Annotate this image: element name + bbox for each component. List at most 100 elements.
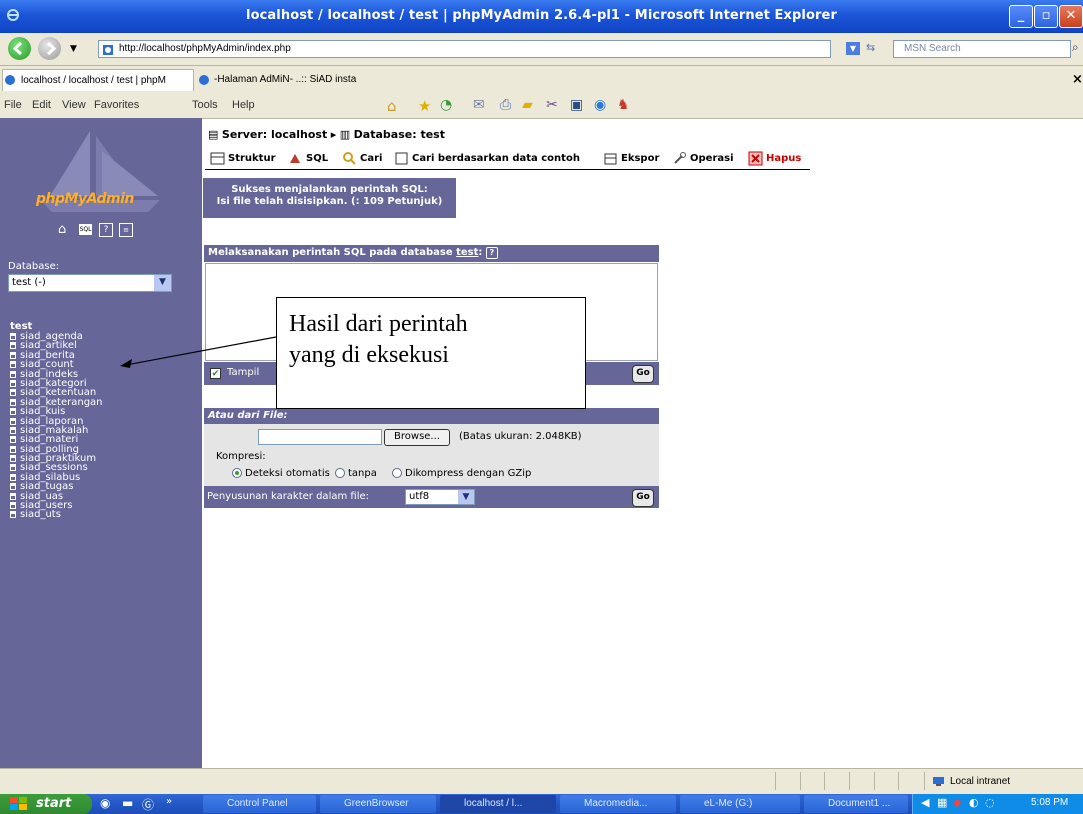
mail-icon[interactable]: ✉ <box>473 97 485 113</box>
back-button[interactable] <box>8 37 31 60</box>
address-input[interactable]: http://localhost/phpMyAdmin/index.php <box>98 40 831 58</box>
table-icon[interactable] <box>10 361 16 369</box>
radio-deteksi-otomatis[interactable]: Deteksi otomatis <box>232 468 330 479</box>
greenbrowser-quicklaunch-icon[interactable]: Ⓖ <box>142 796 154 813</box>
help-icon[interactable]: ? <box>99 223 113 237</box>
task-localhost[interactable]: localhost / l... <box>440 795 556 813</box>
history-dropdown-icon[interactable]: ▼ <box>70 44 77 54</box>
breadcrumb-database[interactable]: Database: test <box>354 128 445 141</box>
browse-button[interactable]: Browse... <box>384 429 450 446</box>
network-icon[interactable]: ▦ <box>937 796 947 809</box>
radio-icon[interactable] <box>335 468 345 478</box>
table-icon[interactable] <box>10 502 16 510</box>
menu-favorites[interactable]: Favorites <box>94 99 139 111</box>
volume-icon[interactable]: ◀ <box>921 796 929 809</box>
tab-phpmyadmin[interactable]: localhost / localhost / test | phpM <box>2 69 194 91</box>
radio-tanpa[interactable]: tanpa <box>335 468 377 479</box>
table-icon[interactable] <box>10 379 16 387</box>
sql-query-icon[interactable]: SQL <box>79 224 92 235</box>
menu-view[interactable]: View <box>62 99 86 111</box>
table-icon[interactable] <box>10 370 16 378</box>
favorites-star-icon[interactable]: ★ <box>418 97 431 115</box>
task-elme-drive[interactable]: eL-Me (G:) <box>680 795 800 813</box>
task-document1[interactable]: Document1 ... <box>804 795 908 813</box>
close-tab-icon[interactable]: × <box>1072 72 1083 87</box>
tab-cari-berdasarkan-data-contoh[interactable]: Cari berdasarkan data contoh <box>392 149 580 169</box>
task-control-panel[interactable]: Control Panel <box>203 795 316 813</box>
menu-help[interactable]: Help <box>232 99 255 111</box>
antivirus-icon[interactable]: ◆ <box>953 796 961 809</box>
tab-cari[interactable]: Cari <box>340 149 382 169</box>
table-icon[interactable] <box>10 408 16 416</box>
table-icon[interactable] <box>10 436 16 444</box>
close-button[interactable]: ✕ <box>1059 5 1083 28</box>
table-icon[interactable] <box>10 473 16 481</box>
charset-select[interactable]: utf8 ▼ <box>405 489 475 505</box>
research-icon[interactable]: ◉ <box>594 97 606 113</box>
task-greenbrowser[interactable]: GreenBrowser <box>320 795 436 813</box>
folder-icon[interactable]: ▰ <box>522 97 533 113</box>
tab-hapus[interactable]: Hapus <box>746 149 801 169</box>
clock[interactable]: 5:08 PM <box>1031 797 1068 808</box>
menu-tools[interactable]: Tools <box>192 99 218 111</box>
table-icon[interactable] <box>10 464 16 472</box>
task-macromedia[interactable]: Macromedia... <box>560 795 676 813</box>
chevron-down-icon[interactable]: ▼ <box>458 490 474 504</box>
search-input[interactable]: MSN Search <box>893 40 1071 58</box>
database-select[interactable]: test (-) ▼ <box>8 274 172 292</box>
table-icon[interactable] <box>10 342 16 350</box>
table-icon[interactable] <box>10 426 16 434</box>
table-item[interactable]: siad_uts <box>10 509 103 520</box>
messenger-icon[interactable]: ♞ <box>617 97 630 113</box>
chevron-down-icon[interactable]: ▼ <box>154 275 171 291</box>
radio-selected-icon[interactable] <box>232 468 242 478</box>
table-icon[interactable] <box>10 398 16 406</box>
menu-edit[interactable]: Edit <box>32 99 51 111</box>
address-toolbar: ▼ http://localhost/phpMyAdmin/index.php … <box>0 33 1083 66</box>
forward-button[interactable] <box>38 37 61 60</box>
table-icon[interactable] <box>10 417 16 425</box>
go-button[interactable]: Go <box>632 365 654 383</box>
home-icon[interactable]: ⌂ <box>387 97 397 115</box>
window-title-bar[interactable]: localhost / localhost / test | phpMyAdmi… <box>0 0 1083 33</box>
more-quicklaunch-icon[interactable]: » <box>166 796 172 807</box>
desktop-quicklaunch-icon[interactable]: ▬ <box>122 796 133 810</box>
search-icon[interactable]: ⌕ <box>1072 40 1079 55</box>
table-icon[interactable] <box>10 492 16 500</box>
go-button[interactable]: Go <box>632 489 654 507</box>
table-icon[interactable] <box>10 483 16 491</box>
print-icon[interactable]: ⎙ <box>500 97 511 113</box>
radio-gzip[interactable]: Dikompress dengan GZip <box>392 468 531 479</box>
address-dropdown-button[interactable]: ▼ <box>846 42 860 55</box>
docs-icon[interactable]: ≡ <box>119 223 133 237</box>
tab-operasi[interactable]: Operasi <box>670 149 734 169</box>
table-icon[interactable] <box>10 333 16 340</box>
refresh-icon[interactable]: ⇆ <box>866 41 875 54</box>
tab-sql[interactable]: SQL <box>286 149 328 169</box>
tray-app-icon[interactable]: ◌ <box>985 796 995 809</box>
menu-file[interactable]: File <box>4 99 22 111</box>
radio-icon[interactable] <box>392 468 402 478</box>
breadcrumb-server[interactable]: Server: localhost <box>222 128 327 141</box>
help-icon[interactable]: ? <box>485 247 498 259</box>
table-icon[interactable] <box>10 511 16 519</box>
table-icon[interactable] <box>10 389 16 397</box>
table-icon[interactable] <box>10 455 16 463</box>
table-icon[interactable] <box>10 445 16 453</box>
tools-icon[interactable]: ✂ <box>546 97 558 113</box>
tab-ekspor[interactable]: Ekspor <box>601 149 659 169</box>
history-icon[interactable]: ◔ <box>440 97 452 113</box>
table-link[interactable]: siad_uts <box>20 509 61 520</box>
tab-struktur[interactable]: Struktur <box>208 149 276 169</box>
media-icon[interactable]: ▣ <box>570 97 583 113</box>
sql-db-link[interactable]: test <box>456 247 478 258</box>
file-path-input[interactable] <box>258 429 382 445</box>
home-icon[interactable]: ⌂ <box>58 222 66 237</box>
ie-quicklaunch-icon[interactable]: ◉ <box>100 796 110 810</box>
table-icon[interactable] <box>10 351 16 359</box>
minimize-button[interactable]: _ <box>1009 5 1033 28</box>
tray-app-icon[interactable]: ◐ <box>969 796 979 809</box>
phpmyadmin-logo-text[interactable]: phpMyAdmin <box>36 191 134 207</box>
tab-siad-admin[interactable]: -Halaman AdMiN- ..:: SiAD insta <box>196 69 388 91</box>
maximize-button[interactable]: ▫ <box>1034 5 1058 28</box>
